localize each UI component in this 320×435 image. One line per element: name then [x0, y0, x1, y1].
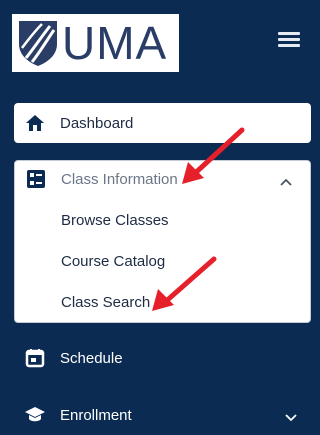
- submenu-item-browse-classes[interactable]: Browse Classes: [61, 212, 169, 229]
- home-icon: [24, 112, 46, 134]
- chevron-up-icon[interactable]: [280, 173, 292, 191]
- class-information-submenu: Browse Classes Course Catalog Class Sear…: [14, 197, 311, 323]
- submenu-item-class-search[interactable]: Class Search: [61, 294, 150, 311]
- sidebar-item-label: Schedule: [60, 349, 123, 367]
- sidebar-item-enrollment[interactable]: Enrollment: [14, 395, 311, 435]
- sidebar-item-dashboard[interactable]: Dashboard: [14, 103, 311, 143]
- sidebar-item-class-information[interactable]: Class Information: [14, 160, 311, 198]
- sidebar-item-schedule[interactable]: Schedule: [14, 338, 311, 378]
- uma-logo[interactable]: UMA: [12, 14, 179, 72]
- submenu-item-course-catalog[interactable]: Course Catalog: [61, 253, 165, 270]
- logo-text: UMA: [62, 17, 168, 69]
- list-icon: [25, 168, 47, 190]
- shield-logo-icon: [19, 21, 57, 66]
- calendar-icon: [24, 347, 46, 369]
- sidebar-item-label: Class Information: [61, 170, 178, 188]
- sidebar-item-label: Dashboard: [60, 114, 134, 132]
- hamburger-menu-icon[interactable]: [278, 32, 300, 50]
- chevron-down-icon[interactable]: [285, 409, 297, 427]
- graduation-cap-icon: [24, 404, 46, 426]
- sidebar-item-label: Enrollment: [60, 406, 132, 424]
